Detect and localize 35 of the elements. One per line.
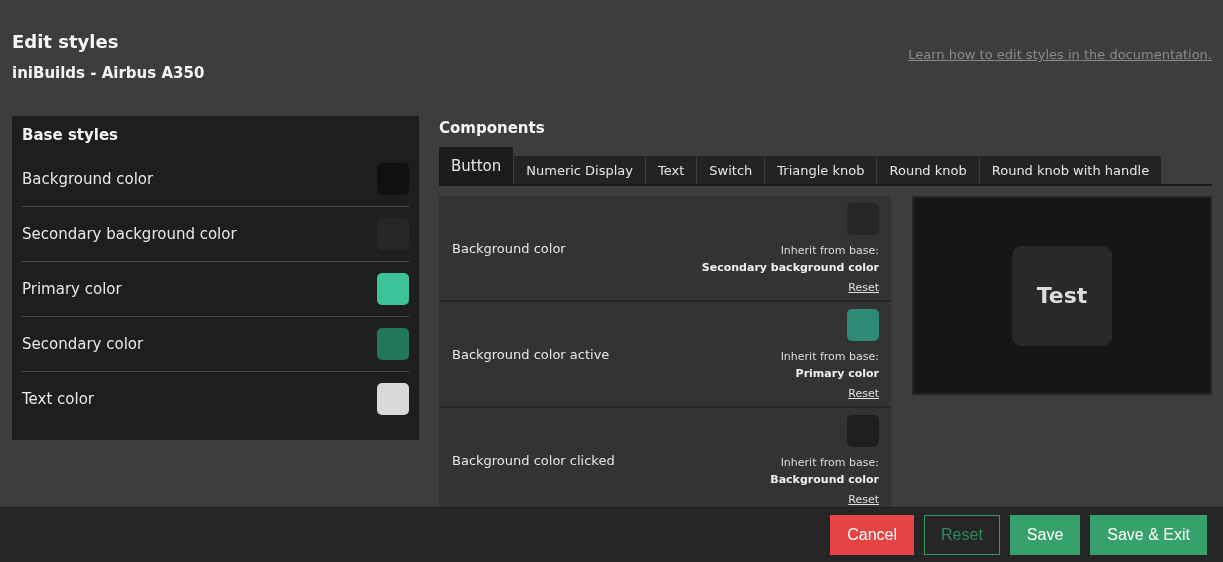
component-tab[interactable]: Round knob with handle — [979, 156, 1163, 184]
inherit-source: Background color — [770, 472, 879, 488]
color-swatch[interactable] — [847, 309, 879, 341]
inherit-source: Primary color — [795, 366, 879, 382]
inherit-source: Secondary background color — [701, 260, 879, 276]
reset-link[interactable]: Reset — [848, 387, 879, 400]
color-swatch[interactable] — [377, 383, 409, 415]
section-title: Components — [439, 119, 546, 137]
panel-title: Base styles — [22, 126, 119, 144]
component-tab[interactable]: Switch — [697, 156, 766, 184]
style-label: Secondary background color — [22, 225, 237, 243]
inherit-label: Inherit from base: — [780, 243, 879, 259]
property-label: Background color clicked — [452, 453, 615, 468]
property-label: Background color — [452, 241, 566, 256]
color-swatch[interactable] — [377, 328, 409, 360]
inherit-label: Inherit from base: — [780, 349, 879, 365]
component-tab[interactable]: Triangle knob — [765, 156, 878, 184]
property-label: Background color active — [452, 347, 610, 362]
style-label: Primary color — [22, 280, 122, 298]
reset-link[interactable]: Reset — [848, 493, 879, 506]
component-tab[interactable]: Button — [439, 147, 515, 184]
style-label: Text color — [22, 390, 95, 408]
page-title: Edit styles — [12, 31, 120, 52]
component-tab[interactable]: Text — [646, 156, 698, 184]
reset-link[interactable]: Reset — [848, 281, 879, 294]
inherit-label: Inherit from base: — [780, 455, 879, 471]
component-tab[interactable]: Numeric Display — [514, 156, 647, 184]
style-label: Secondary color — [22, 335, 144, 353]
component-tab[interactable]: Round knob — [877, 156, 980, 184]
test-button[interactable]: Test — [1012, 245, 1112, 346]
action-button[interactable]: Cancel — [830, 515, 915, 555]
style-label: Background color — [22, 170, 154, 188]
page-subtitle: iniBuilds - Airbus A350 — [12, 64, 205, 82]
color-swatch[interactable] — [377, 273, 409, 305]
action-button[interactable]: Reset — [924, 515, 1000, 555]
